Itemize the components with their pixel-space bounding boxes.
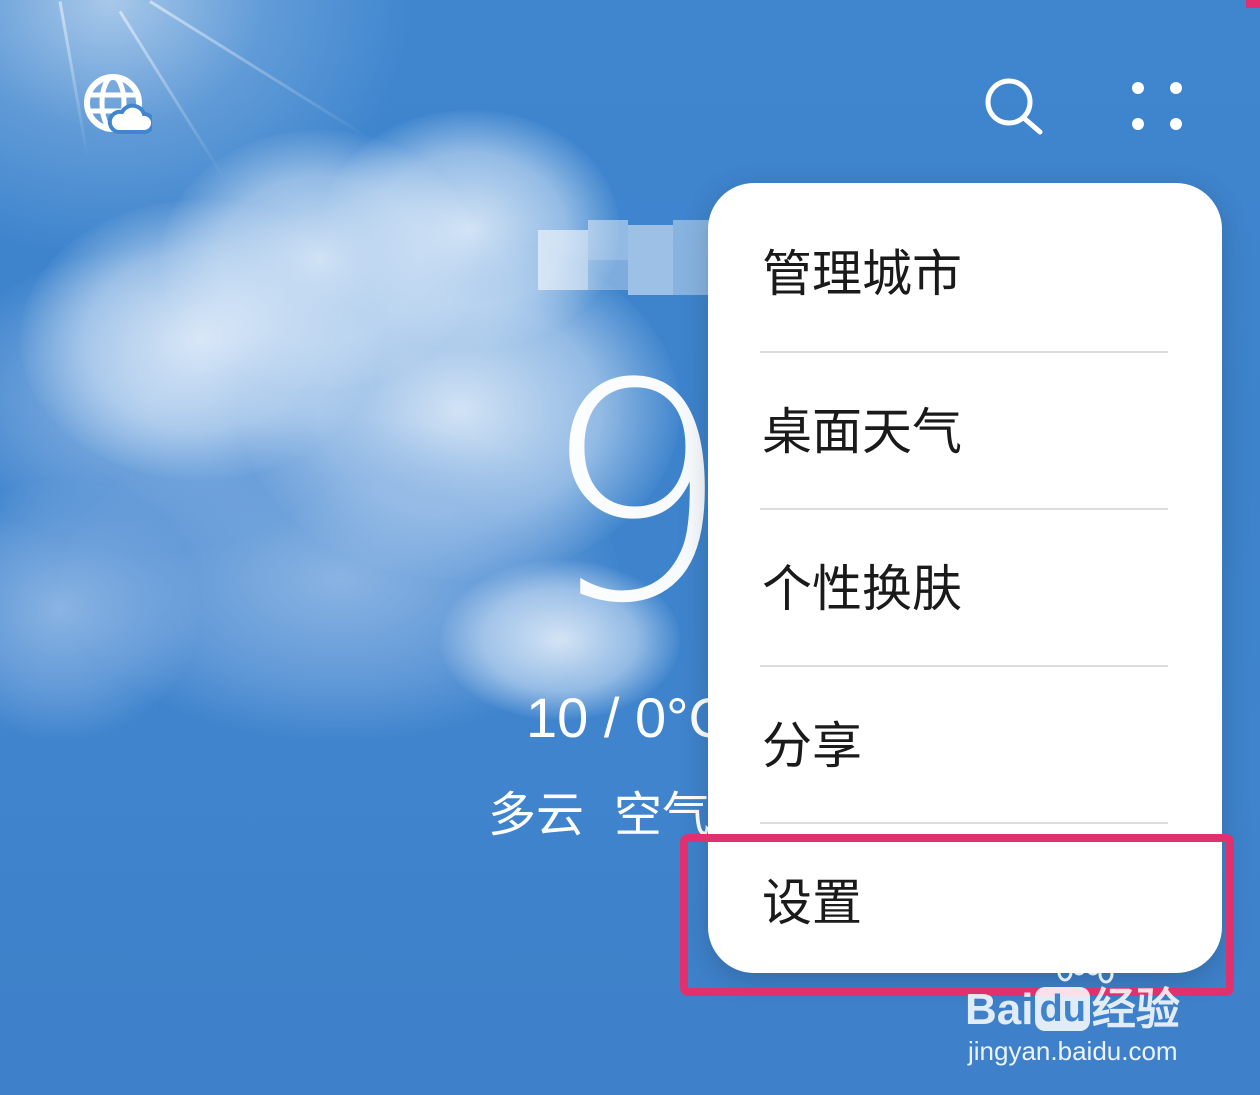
menu-item-label: 个性换肤 — [762, 559, 962, 618]
menu-item-label: 管理城市 — [762, 244, 962, 303]
grid-dot — [1170, 82, 1182, 94]
highlight-box — [680, 834, 1234, 996]
menu-item-share[interactable]: 分享 — [708, 667, 1222, 824]
weather-screen: 9 10 / 0°C 多云 空气 管理城市 桌面天气 个性换肤 分享 设置 Ba… — [0, 0, 1260, 1095]
temperature-range: 10 / 0°C — [526, 686, 729, 749]
condition-line: 多云 空气 — [488, 785, 710, 845]
city-name-redacted — [528, 200, 728, 300]
grid-dot — [1170, 118, 1182, 130]
grid-dot — [1132, 82, 1144, 94]
more-grid-icon[interactable] — [1122, 72, 1192, 142]
menu-item-label: 桌面天气 — [762, 402, 962, 461]
watermark-url: jingyan.baidu.com — [968, 1036, 1178, 1066]
globe-cloud-icon[interactable] — [80, 70, 155, 142]
grid-dot — [1132, 118, 1144, 130]
current-temperature: 9 — [540, 320, 731, 669]
menu-item-label: 分享 — [762, 716, 862, 775]
corner-highlight-edge — [1246, 0, 1260, 8]
menu-item-desktop-weather[interactable]: 桌面天气 — [708, 353, 1222, 510]
menu-item-skins[interactable]: 个性换肤 — [708, 510, 1222, 667]
search-icon[interactable] — [980, 74, 1044, 138]
weather-condition: 多云 — [488, 787, 585, 843]
menu-item-manage-cities[interactable]: 管理城市 — [708, 195, 1222, 352]
baidu-jingyan-logo: Bai du 经验 — [965, 985, 1180, 1034]
